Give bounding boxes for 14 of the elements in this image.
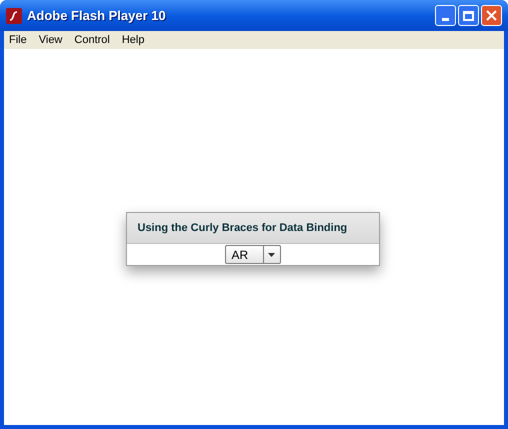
panel-title: Using the Curly Braces for Data Binding: [138, 220, 348, 236]
combo-value: AR: [230, 246, 250, 263]
minimize-button[interactable]: [435, 5, 456, 26]
dropdown-arrow-icon: [268, 252, 275, 256]
app-icon: [6, 8, 22, 24]
menu-item[interactable]: Help: [122, 32, 144, 48]
close-button[interactable]: [481, 5, 502, 26]
menu-item[interactable]: View: [38, 32, 62, 48]
close-icon: [486, 10, 497, 21]
menu-item[interactable]: File: [9, 32, 27, 48]
menu-item[interactable]: Control: [74, 32, 110, 48]
combo-box[interactable]: AR: [224, 245, 280, 264]
maximize-button[interactable]: [458, 5, 479, 26]
window-title: Adobe Flash Player 10: [27, 6, 166, 25]
